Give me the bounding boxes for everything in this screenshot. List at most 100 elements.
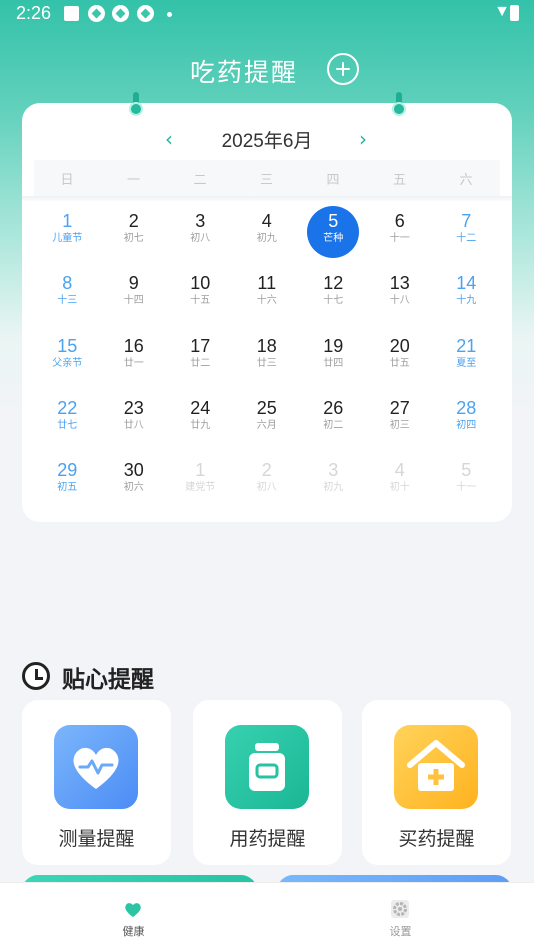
calendar-day[interactable]: 4 初九 xyxy=(234,205,301,267)
lunar-date: 廿八 xyxy=(123,419,144,431)
tab-health[interactable]: 健康 xyxy=(0,883,267,950)
calendar-day[interactable]: 7 十二 xyxy=(433,205,500,267)
day-number: 2 xyxy=(128,211,139,231)
calendar-day[interactable]: 8 十三 xyxy=(34,267,101,329)
weekday-label: 四 xyxy=(326,173,340,188)
measure-reminder-card[interactable]: 测量提醒 xyxy=(22,700,171,865)
add-reminder-button[interactable] xyxy=(327,53,359,85)
calendar-day[interactable]: 30 初六 xyxy=(101,454,168,516)
lunar-date: 廿二 xyxy=(190,357,211,369)
day-number: 15 xyxy=(57,335,78,356)
day-number: 19 xyxy=(323,335,344,356)
weekday-label: 二 xyxy=(193,173,207,188)
calendar-day[interactable]: 28 初四 xyxy=(433,392,500,454)
lunar-date: 初七 xyxy=(123,233,144,244)
lunar-date: 初二 xyxy=(323,419,344,431)
calendar-day[interactable]: 12 十七 xyxy=(300,267,367,329)
notification-square-icon xyxy=(64,6,79,21)
lunar-date: 廿一 xyxy=(123,357,144,369)
buy-medicine-reminder-card[interactable]: 买药提醒 xyxy=(362,700,511,865)
medicine-bottle-icon xyxy=(225,725,309,809)
day-number: 11 xyxy=(257,273,277,294)
tab-settings[interactable]: 设置 xyxy=(267,883,534,950)
status-time: 2:26 xyxy=(16,3,52,23)
calendar-day[interactable]: 21 夏至 xyxy=(433,330,500,392)
month-label: 2025年6月 xyxy=(221,131,313,152)
card-label: 用药提醒 xyxy=(229,828,306,850)
next-month-button[interactable]: › xyxy=(353,128,373,150)
day-number: 12 xyxy=(323,273,344,294)
day-number: 22 xyxy=(57,397,78,418)
calendar-day: 3 初九 xyxy=(300,454,367,516)
card-label: 测量提醒 xyxy=(58,828,135,850)
lunar-date: 芒种 xyxy=(323,233,344,244)
lunar-date: 十六 xyxy=(256,295,277,307)
calendar-day[interactable]: 3 初八 xyxy=(167,205,234,267)
day-number: 13 xyxy=(389,273,410,294)
calendar-day[interactable]: 16 廿一 xyxy=(101,330,168,392)
lunar-date: 十四 xyxy=(123,295,144,307)
lunar-date: 建党节 xyxy=(185,482,216,494)
calendar-day[interactable]: 14 十九 xyxy=(433,267,500,329)
calendar-day[interactable]: 11 十六 xyxy=(234,267,301,329)
day-number: 10 xyxy=(190,273,211,294)
day-number: 29 xyxy=(57,460,78,481)
lunar-date: 廿七 xyxy=(57,419,78,431)
calendar-day[interactable]: 20 廿五 xyxy=(367,330,434,392)
medication-reminder-card[interactable]: 用药提醒 xyxy=(193,700,342,865)
status-bar: 2:26 ▼ xyxy=(0,0,534,30)
calendar-day[interactable]: 17 廿二 xyxy=(167,330,234,392)
section-title: 贴心提醒 xyxy=(62,667,154,693)
pharmacy-house-icon xyxy=(394,725,478,809)
month-navigator: ‹ 2025年6月 › xyxy=(22,124,512,154)
bottom-tab-bar: 健康 设置 xyxy=(0,882,534,950)
calendar-day[interactable]: 2 初七 xyxy=(101,205,168,267)
calendar-day[interactable]: 13 十八 xyxy=(367,267,434,329)
battery-icon xyxy=(510,5,519,21)
day-number: 3 xyxy=(195,211,206,231)
lunar-date: 初九 xyxy=(323,482,344,494)
lunar-date: 十九 xyxy=(456,295,477,307)
heart-icon xyxy=(125,903,141,917)
calendar-day[interactable]: 27 初三 xyxy=(367,392,434,454)
day-number: 30 xyxy=(123,460,144,481)
calendar-day[interactable]: 29 初五 xyxy=(34,454,101,516)
calendar-day: 4 初十 xyxy=(367,454,434,516)
lunar-date: 初五 xyxy=(57,482,78,494)
calendar-pin-icon xyxy=(392,92,406,118)
weekday-label: 一 xyxy=(126,173,140,188)
gear-icon xyxy=(391,900,409,918)
calendar-day[interactable]: 26 初二 xyxy=(300,392,367,454)
lunar-date: 初三 xyxy=(389,419,410,431)
weekday-label: 六 xyxy=(459,173,473,188)
calendar-day[interactable]: 19 廿四 xyxy=(300,330,367,392)
lunar-date: 廿三 xyxy=(256,357,277,369)
day-number: 5 xyxy=(461,460,472,481)
calendar-day[interactable]: 25 六月 xyxy=(234,392,301,454)
day-number: 18 xyxy=(256,335,277,356)
notification-app-icon xyxy=(112,5,129,22)
calendar-day[interactable]: 23 廿八 xyxy=(101,392,168,454)
calendar-day[interactable]: 22 廿七 xyxy=(34,392,101,454)
calendar-day[interactable]: 24 廿九 xyxy=(167,392,234,454)
lunar-date: 儿童节 xyxy=(52,233,83,244)
day-number: 2 xyxy=(261,460,272,481)
lunar-date: 六月 xyxy=(256,419,277,431)
weekday-divider xyxy=(22,196,512,202)
day-number: 9 xyxy=(128,273,139,294)
lunar-date: 初八 xyxy=(256,482,277,494)
page-title: 吃药提醒 xyxy=(190,58,299,87)
calendar-day-today[interactable]: 5 芒种 xyxy=(300,205,367,267)
calendar-day[interactable]: 6 十一 xyxy=(367,205,434,267)
calendar-day[interactable]: 9 十四 xyxy=(101,267,168,329)
calendar-day[interactable]: 1 儿童节 xyxy=(34,205,101,267)
weekday-label: 三 xyxy=(259,173,273,188)
calendar-day[interactable]: 10 十五 xyxy=(167,267,234,329)
day-number: 1 xyxy=(195,460,206,481)
day-number: 16 xyxy=(123,335,144,356)
day-number: 24 xyxy=(190,397,211,418)
calendar-pin-icon xyxy=(129,92,143,118)
day-number: 6 xyxy=(394,211,405,231)
calendar-day[interactable]: 18 廿三 xyxy=(234,330,301,392)
calendar-day[interactable]: 15 父亲节 xyxy=(34,330,101,392)
